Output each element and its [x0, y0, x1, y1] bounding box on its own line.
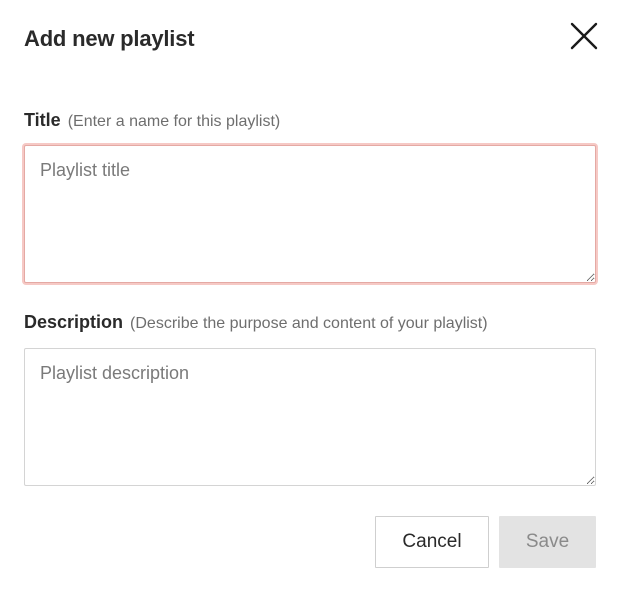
playlist-description-input[interactable] [24, 348, 596, 486]
description-label-hint: (Describe the purpose and content of you… [130, 315, 488, 332]
description-label-text: Description [24, 312, 124, 332]
dialog-title: Add new playlist [24, 26, 195, 51]
description-field-label: Description (Describe the purpose and co… [24, 312, 488, 333]
title-label-hint: (Enter a name for this playlist) [67, 113, 281, 130]
close-icon [570, 22, 598, 50]
cancel-button[interactable]: Cancel [375, 516, 489, 568]
title-field-label: Title (Enter a name for this playlist) [24, 110, 280, 131]
close-button[interactable] [566, 18, 602, 54]
playlist-title-input[interactable] [24, 145, 596, 283]
title-label-text: Title [24, 110, 61, 130]
add-playlist-dialog: Add new playlist Title (Enter a name for… [0, 0, 619, 590]
save-button[interactable]: Save [499, 516, 596, 568]
